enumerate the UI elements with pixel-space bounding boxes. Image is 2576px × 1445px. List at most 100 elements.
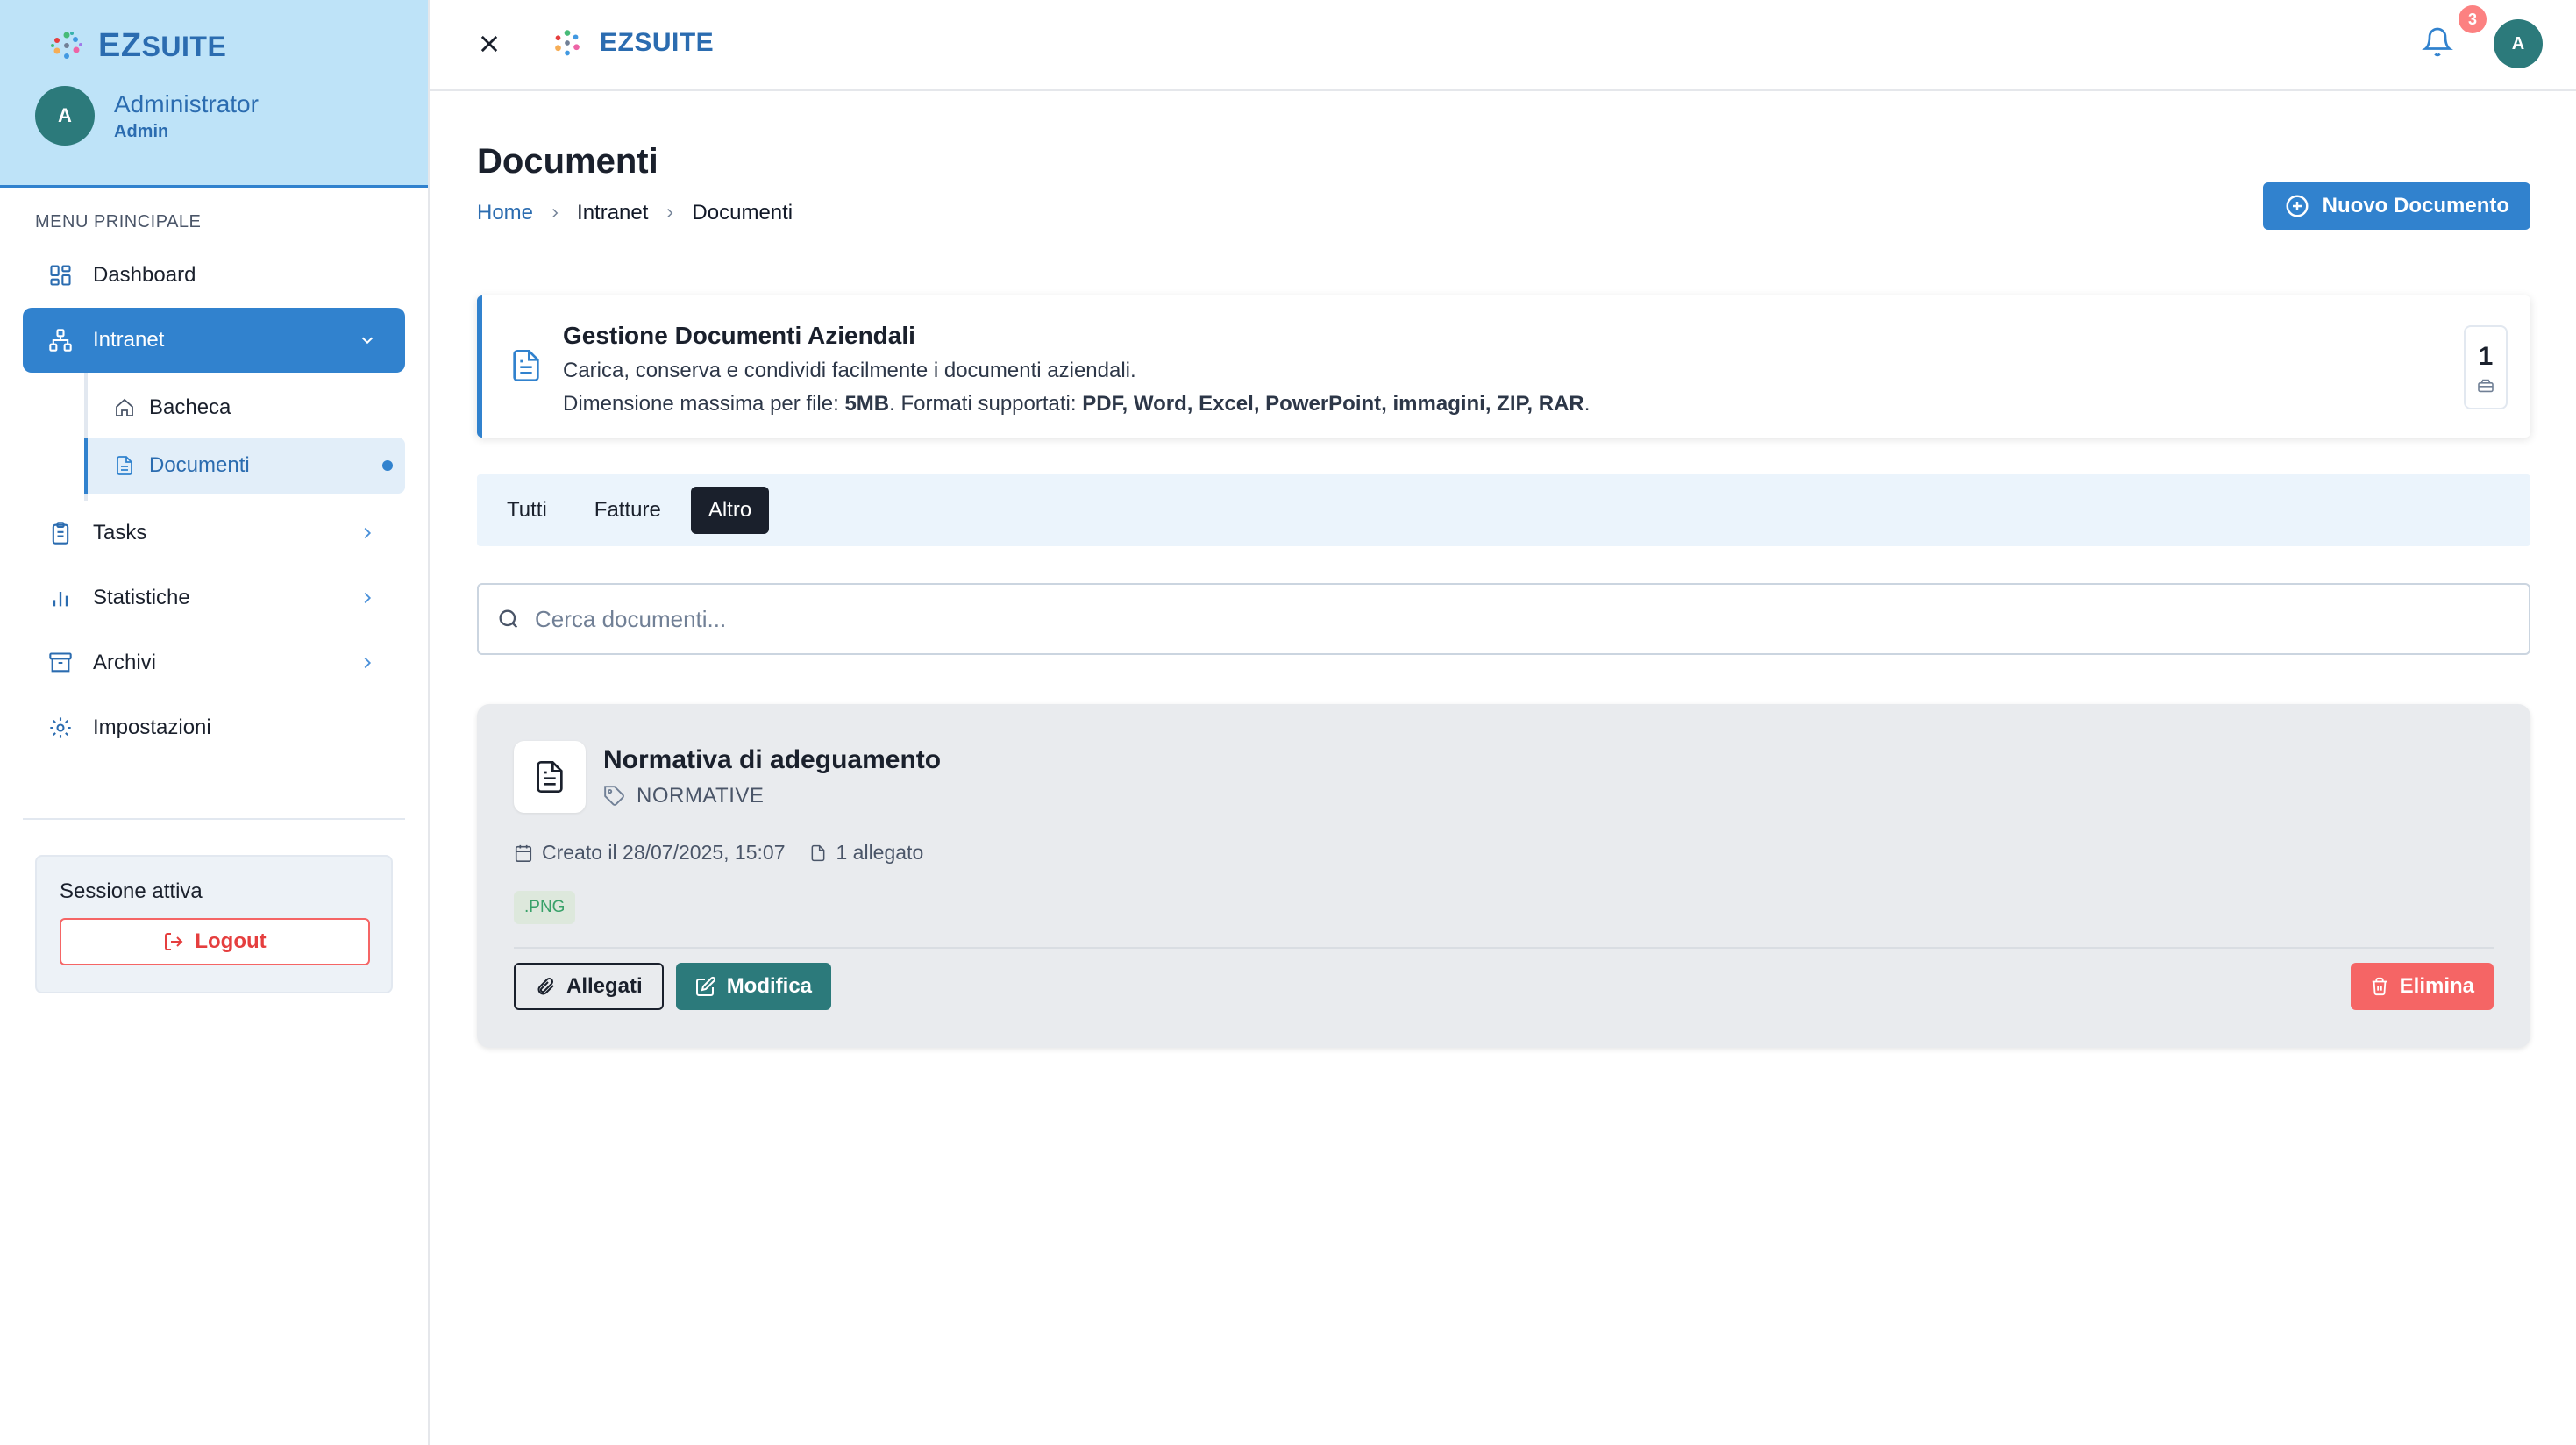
tab-fatture[interactable]: Fatture bbox=[577, 487, 679, 534]
menu-title: MENU PRINCIPALE bbox=[35, 212, 202, 231]
session-panel: Sessione attiva Logout bbox=[35, 855, 393, 993]
sidebar-subitem-label: Bacheca bbox=[149, 395, 231, 419]
sidebar-item-label: Statistiche bbox=[93, 586, 190, 609]
user-avatar-button[interactable]: A bbox=[2494, 19, 2543, 68]
sidebar-item-label: Dashboard bbox=[93, 263, 196, 287]
calendar-icon bbox=[515, 844, 532, 862]
page-title: Documenti bbox=[477, 142, 658, 181]
search-input[interactable] bbox=[535, 605, 2464, 633]
main-content: Documenti Home Intranet Documenti Nuovo … bbox=[477, 91, 2530, 1048]
gear-icon bbox=[47, 715, 74, 741]
sidebar-item-label: Impostazioni bbox=[93, 715, 211, 739]
chevron-right-icon bbox=[364, 592, 372, 604]
search-box bbox=[477, 583, 2530, 655]
sidebar-item-label: Tasks bbox=[93, 521, 147, 545]
brand-name: EZSUITE bbox=[98, 26, 227, 64]
sidebar-subitem-label: Documenti bbox=[149, 453, 250, 477]
archive-icon bbox=[2478, 379, 2494, 393]
edit-button[interactable]: Modifica bbox=[675, 963, 832, 1010]
document-category-label: NORMATIVE bbox=[637, 784, 765, 808]
close-sidebar-button[interactable] bbox=[472, 26, 507, 61]
sidebar: EZSUITE A Administrator Admin MENU PRINC… bbox=[0, 0, 430, 1445]
notifications-button[interactable] bbox=[2422, 26, 2457, 61]
top-brand-name: EZSUITE bbox=[600, 28, 715, 57]
sidebar-item-tasks[interactable]: Tasks bbox=[23, 501, 405, 566]
tab-tutti[interactable]: Tutti bbox=[489, 487, 565, 534]
archive-icon bbox=[47, 650, 74, 676]
session-label: Sessione attiva bbox=[60, 879, 203, 903]
breadcrumb: Home Intranet Documenti bbox=[477, 201, 2530, 225]
logout-icon bbox=[165, 933, 183, 950]
user-name: Administrator bbox=[114, 89, 259, 117]
info-title: Gestione Documenti Aziendali bbox=[563, 322, 915, 349]
active-indicator-dot bbox=[382, 460, 393, 471]
delete-button[interactable]: Elimina bbox=[2350, 963, 2494, 1010]
file-icon bbox=[114, 455, 135, 476]
chevron-right-icon bbox=[364, 527, 372, 539]
top-brand[interactable]: EZSUITE bbox=[549, 25, 714, 61]
trash-icon bbox=[2372, 977, 2387, 996]
sidebar-item-intranet[interactable]: Intranet bbox=[23, 308, 405, 373]
file-extension-tag: .PNG bbox=[514, 891, 576, 924]
chevron-right-icon bbox=[364, 657, 372, 669]
sidebar-item-archivi[interactable]: Archivi bbox=[23, 630, 405, 695]
document-title: Normativa di adeguamento bbox=[603, 745, 942, 774]
document-actions: Allegati Modifica Elimina bbox=[514, 963, 2494, 1010]
file-text-icon bbox=[537, 761, 563, 793]
breadcrumb-home[interactable]: Home bbox=[477, 201, 533, 225]
tab-altro[interactable]: Altro bbox=[690, 487, 770, 534]
logout-label: Logout bbox=[195, 929, 267, 953]
main-menu: Dashboard Intranet Bacheca Documenti Tas… bbox=[0, 243, 428, 760]
bar-chart-icon bbox=[47, 585, 74, 611]
document-count-box: 1 bbox=[2464, 325, 2508, 409]
document-count: 1 bbox=[2478, 342, 2494, 371]
paperclip-icon bbox=[537, 977, 554, 995]
search-icon bbox=[499, 609, 518, 629]
document-meta: Creato il 28/07/2025, 15:07 1 allegato bbox=[514, 841, 2494, 865]
chevron-right-icon bbox=[552, 208, 559, 218]
sidebar-subitem-bacheca[interactable]: Bacheca bbox=[84, 380, 405, 436]
user-role: Admin bbox=[114, 121, 169, 141]
sidebar-item-label: Intranet bbox=[93, 328, 165, 352]
sidebar-item-impostazioni[interactable]: Impostazioni bbox=[23, 695, 405, 760]
document-type-icon bbox=[514, 741, 586, 813]
user-profile[interactable]: A Administrator Admin bbox=[35, 86, 428, 146]
logout-button[interactable]: Logout bbox=[60, 918, 370, 965]
sidebar-subitem-documenti[interactable]: Documenti bbox=[84, 438, 405, 494]
grid-icon bbox=[47, 262, 74, 288]
breadcrumb-intranet[interactable]: Intranet bbox=[577, 201, 648, 225]
filter-tabs: Tutti Fatture Altro bbox=[477, 474, 2530, 546]
breadcrumb-current: Documenti bbox=[692, 201, 793, 224]
file-icon bbox=[812, 844, 825, 861]
chevron-right-icon bbox=[667, 208, 673, 218]
card-divider bbox=[514, 947, 2494, 949]
sidebar-item-label: Archivi bbox=[93, 651, 157, 674]
sidebar-item-statistiche[interactable]: Statistiche bbox=[23, 566, 405, 630]
sidebar-header: EZSUITE A Administrator Admin bbox=[0, 0, 428, 188]
attachments-button[interactable]: Allegati bbox=[514, 963, 664, 1010]
network-icon bbox=[47, 327, 74, 353]
brand-logo-icon bbox=[555, 30, 580, 56]
clipboard-icon bbox=[47, 520, 74, 546]
document-card[interactable]: Normativa di adeguamento NORMATIVE Creat… bbox=[477, 704, 2530, 1048]
avatar: A bbox=[35, 86, 95, 146]
bell-icon bbox=[2422, 27, 2453, 57]
close-icon bbox=[480, 35, 498, 53]
info-card: Gestione Documenti Aziendali Carica, con… bbox=[477, 295, 2530, 438]
home-icon bbox=[114, 397, 135, 418]
notification-badge: 3 bbox=[2459, 5, 2487, 33]
new-document-button[interactable]: Nuovo Documento bbox=[2262, 182, 2530, 230]
sidebar-divider bbox=[23, 818, 405, 820]
info-limits: Dimensione massima per file: 5MB. Format… bbox=[563, 392, 1590, 416]
plus-circle-icon bbox=[2286, 195, 2309, 217]
edit-icon bbox=[695, 976, 715, 996]
brand[interactable]: EZSUITE bbox=[47, 26, 428, 65]
created-date: Creato il 28/07/2025, 15:07 bbox=[514, 841, 785, 865]
tag-icon bbox=[604, 786, 624, 806]
document-category: NORMATIVE bbox=[603, 784, 941, 808]
new-document-label: Nuovo Documento bbox=[2322, 194, 2509, 217]
sidebar-item-dashboard[interactable]: Dashboard bbox=[23, 243, 405, 308]
info-description: Carica, conserva e condividi facilmente … bbox=[563, 359, 1136, 382]
file-text-icon bbox=[513, 350, 539, 381]
intranet-submenu: Bacheca Documenti bbox=[84, 373, 405, 501]
